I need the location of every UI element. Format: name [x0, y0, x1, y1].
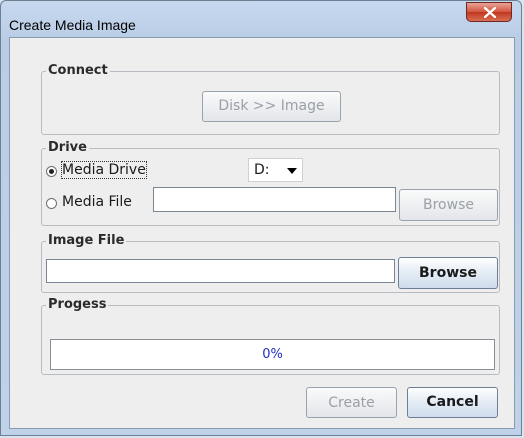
media-file-browse-button[interactable]: Browse — [399, 189, 498, 221]
image-file-browse-button[interactable]: Browse — [398, 257, 498, 289]
disk-to-image-button[interactable]: Disk >> Image — [202, 91, 341, 122]
close-button[interactable] — [466, 2, 512, 22]
progress-value: 0% — [262, 347, 283, 362]
radio-selected-dot — [49, 169, 54, 174]
drive-letter-select[interactable]: D: — [248, 158, 303, 182]
title-bar[interactable]: Create Media Image — [1, 1, 521, 35]
image-file-group: Image File Browse — [41, 233, 500, 293]
dialog-body: Connect Disk >> Image Drive Media Drive … — [9, 37, 515, 429]
progress-group: Progess 0% — [41, 297, 500, 375]
cancel-button[interactable]: Cancel — [407, 387, 498, 418]
media-file-input[interactable] — [153, 187, 396, 212]
chevron-down-icon — [287, 168, 297, 174]
window-title: Create Media Image — [9, 17, 136, 33]
dialog-window: Create Media Image Connect Disk >> Image… — [0, 0, 522, 436]
drive-group: Drive Media Drive D: Media File Browse — [41, 140, 500, 226]
drive-label: Drive — [46, 140, 89, 156]
image-file-input[interactable] — [46, 259, 395, 283]
progress-bar: 0% — [50, 339, 495, 370]
media-drive-radio[interactable] — [46, 166, 57, 177]
close-icon — [484, 7, 496, 18]
progress-label: Progess — [46, 297, 109, 313]
connect-label: Connect — [46, 63, 110, 79]
create-button[interactable]: Create — [306, 387, 397, 418]
media-file-label[interactable]: Media File — [62, 194, 132, 210]
image-file-label: Image File — [46, 233, 127, 249]
media-file-radio[interactable] — [46, 198, 57, 209]
drive-letter-value: D: — [254, 162, 270, 178]
media-drive-label[interactable]: Media Drive — [61, 161, 147, 179]
connect-group: Connect Disk >> Image — [41, 63, 500, 135]
